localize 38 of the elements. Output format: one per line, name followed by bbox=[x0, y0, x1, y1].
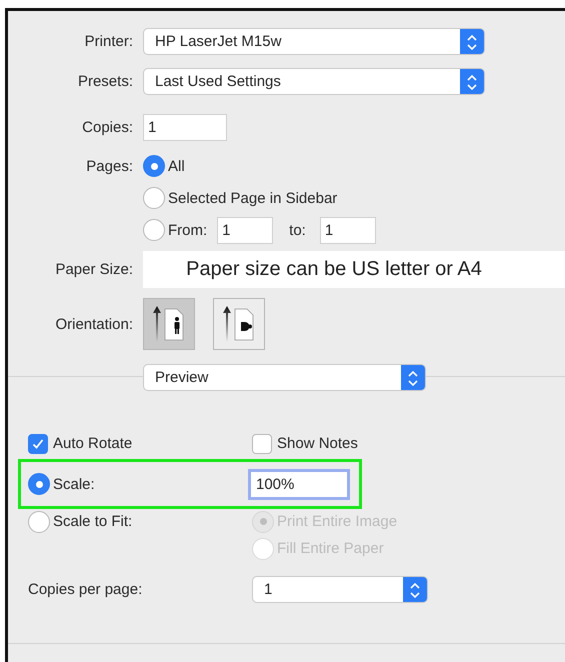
from-field[interactable]: 1 bbox=[217, 216, 274, 244]
orientation-label: Orientation: bbox=[55, 316, 133, 332]
radio-button[interactable] bbox=[28, 510, 50, 532]
scale-field[interactable]: 100% bbox=[248, 468, 350, 500]
section-select[interactable]: Preview bbox=[143, 364, 426, 390]
radio-button[interactable] bbox=[143, 155, 165, 177]
to-label: to: bbox=[289, 222, 306, 238]
radio-label: Selected Page in Sidebar bbox=[168, 190, 338, 206]
printer-label: Printer: bbox=[84, 32, 133, 50]
auto-rotate-label: Auto Rotate bbox=[53, 435, 132, 452]
paper-size-label: Paper Size: bbox=[55, 261, 133, 278]
presets-label: Presets: bbox=[78, 72, 133, 90]
checkbox[interactable] bbox=[252, 434, 272, 454]
copies-per-page-select[interactable]: 1 bbox=[252, 576, 428, 602]
radio-button[interactable] bbox=[28, 473, 50, 495]
orientation-button[interactable] bbox=[143, 298, 195, 350]
pages-label: Pages: bbox=[86, 158, 133, 174]
scale-to-fit-label: Scale to Fit: bbox=[53, 513, 132, 530]
paper-size-note: Paper size can be US letter or A4 bbox=[143, 251, 565, 288]
copies-per-page-label: Copies per page: bbox=[28, 580, 142, 598]
copies-field[interactable]: 1 bbox=[143, 114, 227, 140]
stepper-icon bbox=[401, 364, 425, 390]
radio-button[interactable] bbox=[143, 187, 165, 209]
checkbox[interactable] bbox=[28, 434, 48, 454]
radio-button[interactable] bbox=[143, 219, 165, 241]
checkmark-icon bbox=[31, 436, 45, 450]
stepper-icon bbox=[460, 68, 484, 94]
scale-label: Scale: bbox=[53, 476, 95, 492]
show-notes-label: Show Notes bbox=[277, 435, 358, 452]
radio-label: From: bbox=[168, 222, 208, 238]
printer-select[interactable]: HP LaserJet M15w bbox=[143, 28, 485, 54]
copies-label: Copies: bbox=[82, 118, 133, 136]
radio-label: All bbox=[168, 158, 185, 174]
orientation-button[interactable] bbox=[213, 298, 265, 350]
stepper-icon bbox=[460, 28, 484, 54]
stepper-icon bbox=[403, 576, 427, 602]
to-field[interactable]: 1 bbox=[320, 216, 376, 244]
presets-select[interactable]: Last Used Settings bbox=[143, 68, 485, 94]
